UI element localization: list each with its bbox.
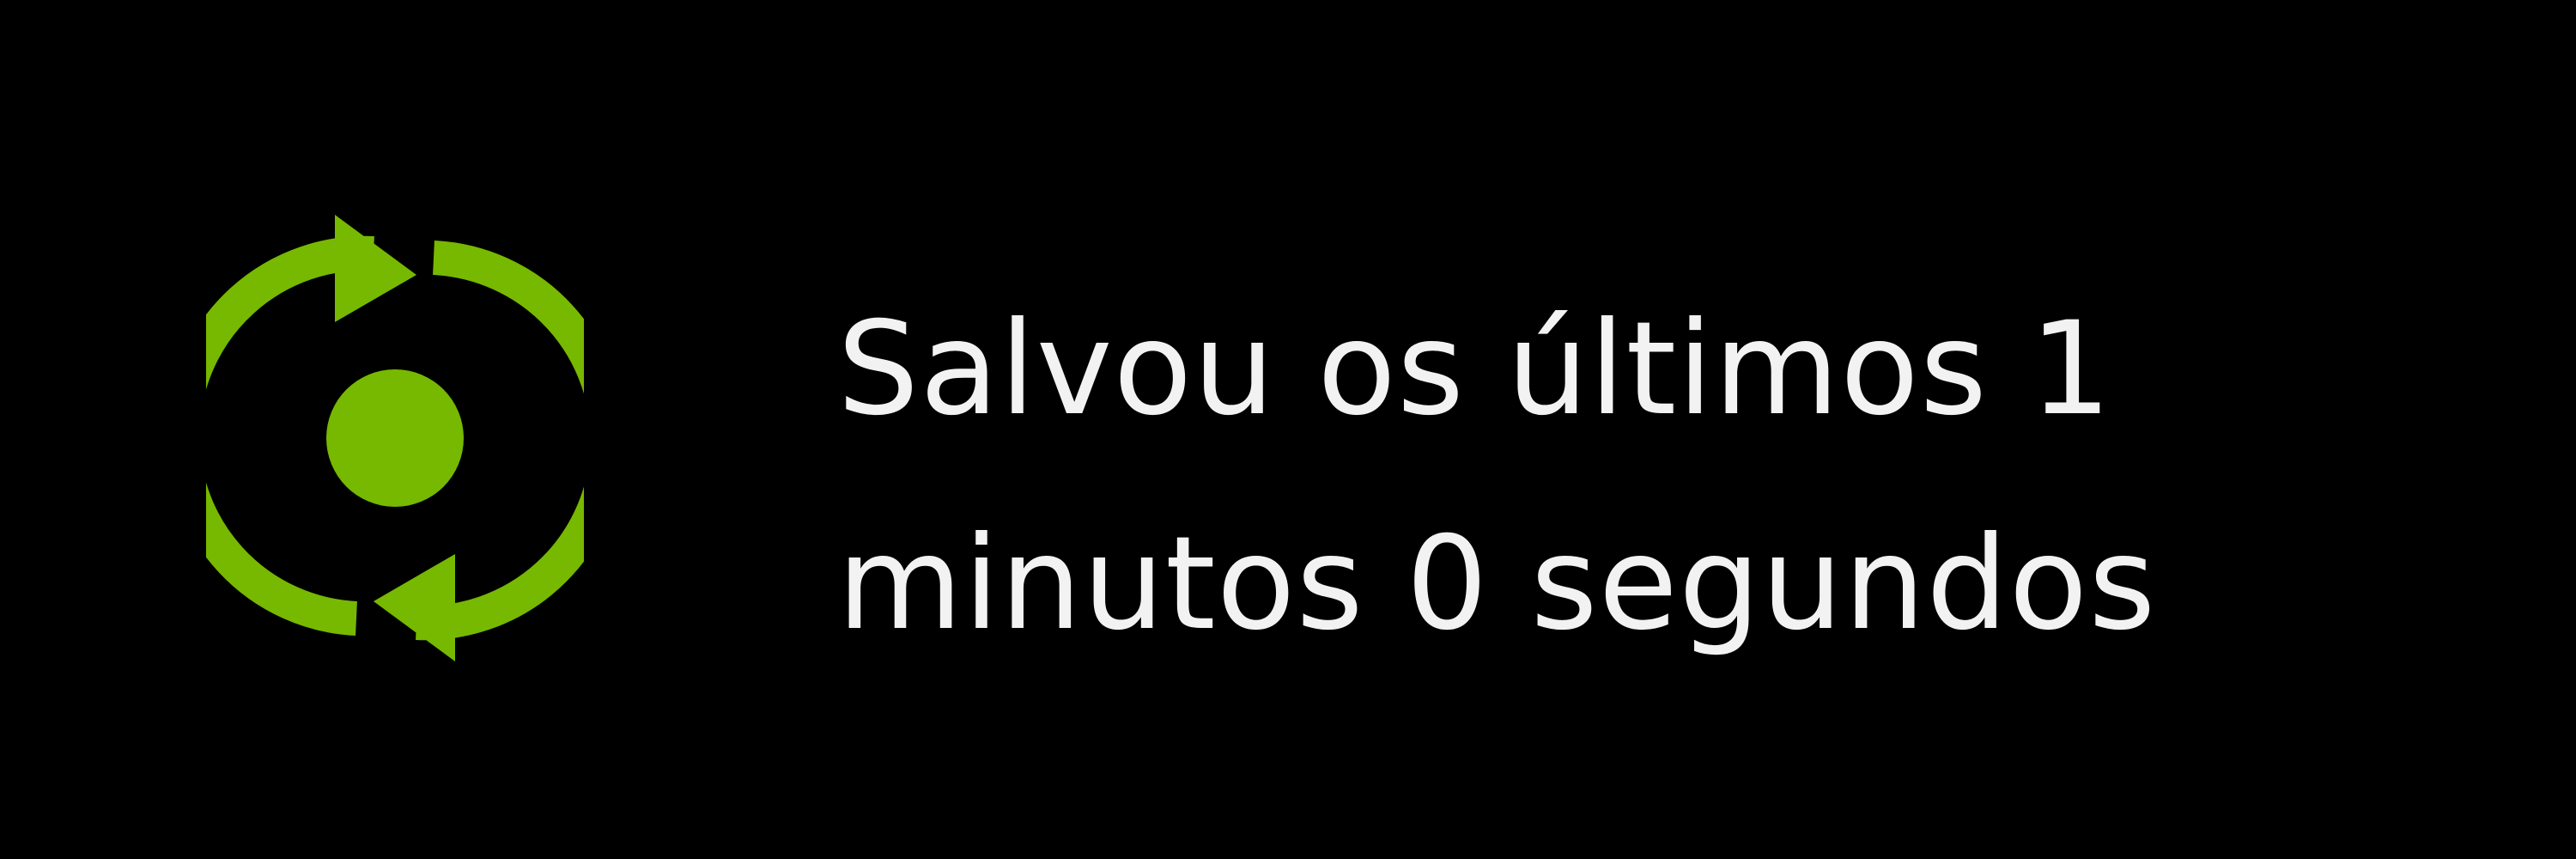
replay-capture-icon (206, 210, 584, 666)
message-line-1: Salvou os últimos 1 (837, 295, 2113, 444)
save-notification-toast: Salvou os últimos 1 minutos 0 segundos (0, 0, 2576, 859)
notification-message: Salvou os últimos 1 minutos 0 segundos (837, 262, 2469, 691)
message-line-2: minutos 0 segundos (837, 509, 2157, 659)
